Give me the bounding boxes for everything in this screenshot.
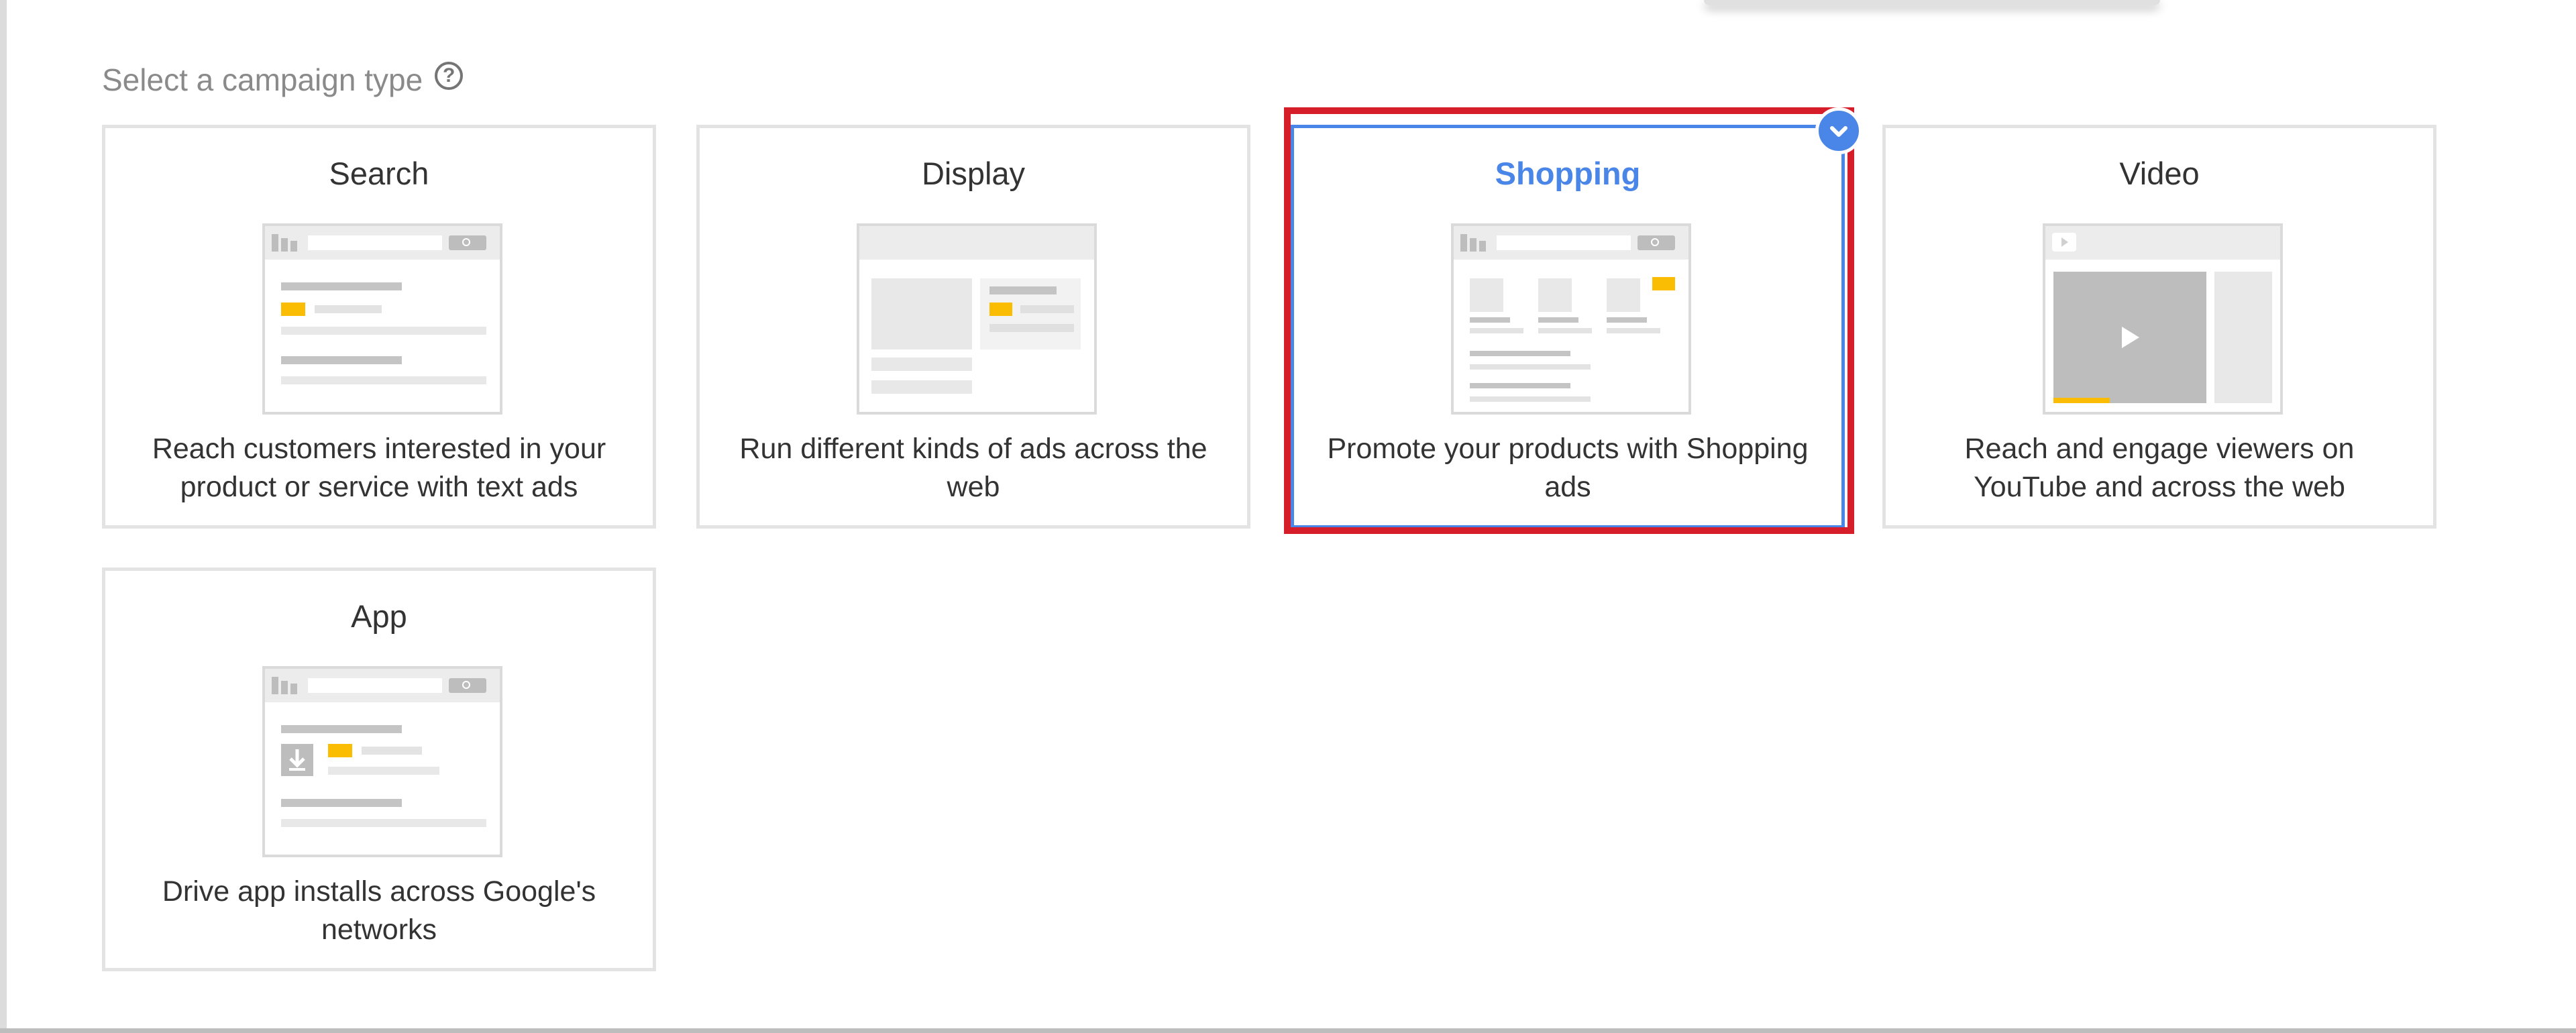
help-circle-icon[interactable]: ? — [435, 62, 464, 90]
card-title: Shopping — [1495, 156, 1641, 191]
app-ad-illustration-icon — [262, 666, 502, 857]
card-title: Search — [329, 156, 429, 191]
checkmark-icon — [1815, 107, 1862, 154]
window-frame-left — [0, 0, 7, 1033]
card-description: Run different kinds of ads across the we… — [739, 433, 1208, 503]
card-description: Reach and engage viewers on YouTube and … — [1964, 433, 2355, 503]
card-description: Drive app installs across Google's netwo… — [162, 875, 596, 946]
popup-shadow — [1704, 0, 2160, 5]
campaign-card-shopping[interactable]: Shopping Promote your products with Shop… — [1291, 125, 1845, 529]
shopping-ad-illustration-icon — [1451, 223, 1691, 415]
card-title: Video — [2119, 156, 2200, 191]
search-ad-illustration-icon — [262, 223, 502, 415]
campaign-card-search[interactable]: Search Reach customers interested in you… — [102, 125, 656, 529]
display-ad-illustration-icon — [857, 223, 1097, 415]
page-title: Select a campaign type — [102, 62, 423, 97]
campaign-card-video[interactable]: Video Reach and engage viewers on YouTub… — [1882, 125, 2436, 529]
campaign-card-app[interactable]: App Drive app installs across Google's n… — [102, 567, 656, 971]
campaign-type-header: Select a campaign type ? — [102, 62, 464, 98]
card-title: App — [351, 598, 407, 634]
card-description: Promote your products with Shopping ads — [1327, 433, 1809, 503]
card-title: Display — [921, 156, 1026, 191]
window-frame-bottom — [0, 1028, 2576, 1033]
campaign-card-display[interactable]: Display Run different kinds of ads acros… — [696, 125, 1250, 529]
card-description: Reach customers interested in your produ… — [152, 433, 606, 503]
campaign-type-screen: Select a campaign type ? Search Reach cu… — [0, 0, 2576, 1033]
video-ad-illustration-icon — [2043, 223, 2283, 415]
